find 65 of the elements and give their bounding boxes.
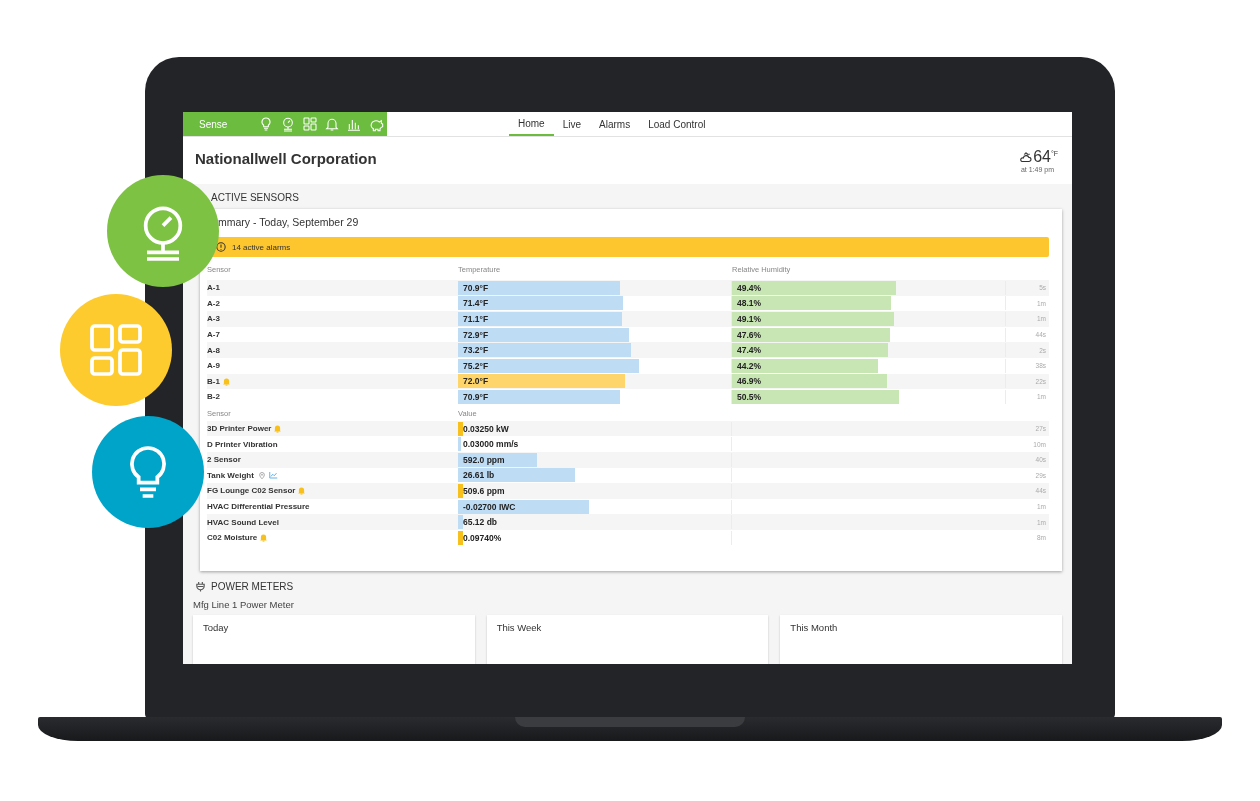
period-title: This Month — [790, 622, 838, 633]
section-heading: POWER METERS — [211, 581, 294, 592]
alert-icon — [216, 242, 226, 252]
reading-value: 70.9°F — [462, 282, 489, 293]
reading-value: 71.4°F — [462, 298, 489, 309]
nav-tab[interactable]: Live — [553, 112, 591, 136]
reading-value: 70.9°F — [462, 391, 489, 402]
sensor-name: FG Lounge C02 Sensor — [207, 486, 296, 496]
sensor-name: A-1 — [207, 283, 220, 293]
sensor-name: Tank Weight — [207, 470, 254, 480]
sensor-name: A-2 — [207, 298, 220, 308]
nav-tab[interactable]: Load Control — [639, 112, 715, 136]
company-title: Nationallwell Corporation — [195, 150, 377, 169]
partly-cloudy-icon — [1019, 151, 1034, 165]
sensor-name: 2 Sensor — [207, 455, 241, 465]
gauge-icon — [280, 116, 296, 132]
reading-value: 44.2% — [736, 360, 762, 371]
sensor-name: A-9 — [207, 361, 220, 371]
sensor-name: 3D Printer Power — [207, 424, 272, 434]
sensor-name: HVAC Sound Level — [207, 517, 279, 527]
reading-value: 592.0 ppm — [462, 454, 505, 465]
toolbar-button[interactable] — [323, 116, 341, 132]
period-title: Today — [203, 622, 229, 633]
reading-value: 0.03000 mm/s — [462, 439, 519, 450]
nav-tab[interactable]: Alarms — [590, 112, 640, 136]
temperature-reading: 64 — [1033, 148, 1051, 166]
alarm-count: 14 active alarms — [232, 242, 291, 252]
reading-value: 50.5% — [736, 391, 762, 402]
reading-value: -0.02700 IWC — [462, 501, 516, 512]
reading-value: 26.61 lb — [462, 470, 495, 481]
chart-icon[interactable] — [268, 471, 278, 480]
reading-value: 47.4% — [736, 345, 762, 356]
reading-value: 0.09740% — [462, 532, 502, 543]
sensor-name: HVAC Differential Pressure — [207, 502, 310, 511]
sensor-name: C02 Moisture — [207, 533, 258, 543]
reading-value: 72.9°F — [462, 329, 489, 340]
reading-value: 46.9% — [736, 376, 762, 387]
summary-title: mmary - Today, September 29 — [218, 216, 360, 228]
reading-value: 72.0°F — [462, 376, 489, 387]
meter-name: Mfg Line 1 Power Meter — [193, 599, 295, 610]
reading-value: 0.03250 kW — [462, 423, 509, 434]
toolbar-button[interactable] — [301, 116, 319, 132]
sensor-name: A-3 — [207, 314, 220, 324]
tiles-icon — [302, 116, 318, 132]
reading-value: 48.1% — [736, 298, 762, 309]
sensor-name: B-2 — [207, 392, 220, 402]
reading-value: 49.4% — [736, 282, 762, 293]
reading-value: 65.12 db — [462, 517, 498, 528]
section-heading: ACTIVE SENSORS — [210, 191, 300, 201]
reading-value: 75.2°F — [462, 360, 489, 371]
brand-name: Sense — [199, 118, 229, 130]
sensor-name: A-7 — [207, 330, 220, 340]
plug-icon — [195, 581, 206, 592]
sensor-name: D Printer Vibration — [207, 439, 278, 449]
sensor-name: B-1 — [207, 376, 220, 386]
lightbulb-icon — [258, 116, 274, 132]
period-title: This Week — [496, 622, 542, 633]
reading-value: 73.2°F — [462, 345, 489, 356]
sensor-name: A-8 — [207, 345, 220, 355]
map-pin-icon[interactable] — [257, 470, 266, 480]
reading-value: 71.1°F — [462, 314, 489, 324]
bell-icon — [324, 116, 340, 132]
reading-value: 509.6 ppm — [462, 485, 505, 496]
reading-value: 47.6% — [736, 329, 762, 340]
reading-value: 49.1% — [736, 314, 762, 324]
